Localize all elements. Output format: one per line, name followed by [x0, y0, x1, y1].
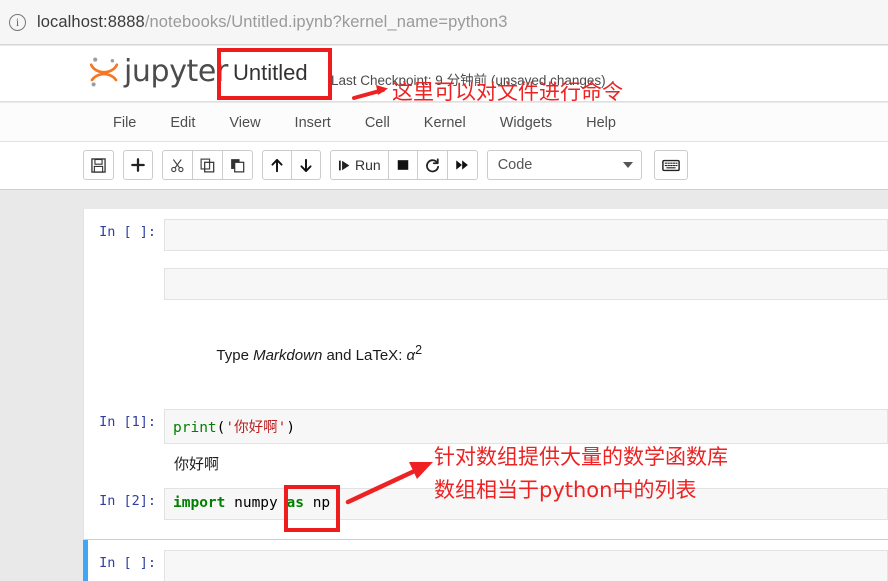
cell-input[interactable]	[164, 268, 888, 300]
cell-prompt: In [1]:	[99, 414, 156, 430]
paste-button[interactable]	[222, 150, 253, 180]
notebook-cell[interactable]	[84, 256, 888, 305]
url-path: /notebooks/Untitled.ipynb?kernel_name=py…	[144, 12, 508, 31]
menu-item-help[interactable]: Help	[569, 115, 633, 131]
checkpoint-status: Last Checkpoint: 9 分钟前 (unsaved changes)	[331, 73, 606, 88]
menu-item-cell[interactable]: Cell	[348, 115, 407, 131]
notebook-cell-selected[interactable]: In [ ]:	[83, 539, 888, 581]
url-host: localhost:8888	[37, 12, 145, 31]
notebook-cell[interactable]: In [ ]:	[84, 209, 888, 256]
paste-icon	[231, 158, 245, 172]
cell-input[interactable]: import numpy as np	[164, 488, 888, 520]
run-button[interactable]: Run	[330, 150, 389, 180]
cell-prompt: In [ ]:	[99, 555, 156, 571]
menu-item-file[interactable]: File	[96, 115, 153, 131]
jupyter-wordmark: jupyter	[124, 54, 228, 89]
toolbar-group-clipboard	[162, 150, 253, 180]
fast-forward-icon	[455, 160, 468, 170]
markdown-placeholder-text: Type Markdown and LaTeX: α2	[216, 343, 423, 364]
restart-icon	[425, 157, 439, 172]
arrow-up-icon	[271, 158, 283, 172]
notebook-cell[interactable]: Type Markdown and LaTeX: α2	[84, 305, 888, 393]
markdown-placeholder[interactable]: Type Markdown and LaTeX: α2	[164, 319, 888, 388]
copy-icon	[200, 158, 215, 172]
notebook-body: In [ ]: Type Markdown and LaTeX: α2 In […	[0, 191, 888, 581]
run-button-label: Run	[355, 157, 381, 173]
menu-item-kernel[interactable]: Kernel	[407, 115, 483, 131]
menu-items: File Edit View Insert Cell Kernel Widget…	[96, 103, 633, 142]
toolbar-buttons: Run Code	[83, 150, 697, 180]
command-palette-button[interactable]	[653, 150, 688, 180]
copy-button[interactable]	[192, 150, 223, 180]
menu-item-view[interactable]: View	[212, 115, 277, 131]
toolbar: Run Code	[0, 142, 888, 190]
cell-prompt	[84, 319, 164, 324]
restart-kernel-button[interactable]	[416, 150, 448, 180]
cell-type-value: Code	[497, 157, 533, 173]
toolbar-group-add	[123, 150, 153, 180]
menu-bar: File Edit View Insert Cell Kernel Widget…	[0, 103, 888, 142]
info-icon[interactable]: i	[9, 13, 26, 31]
menu-item-insert[interactable]: Insert	[278, 115, 348, 131]
code-token-string: '你好啊'	[225, 420, 287, 436]
move-cell-down-button[interactable]	[291, 150, 321, 180]
notebook-paper: In [ ]: Type Markdown and LaTeX: α2 In […	[83, 209, 888, 581]
code-token-keyword: import	[173, 495, 226, 511]
jupyter-logo-icon	[89, 57, 119, 87]
jupyter-logo-link[interactable]: jupyter	[88, 55, 228, 89]
cell-output-row: 你好啊	[84, 449, 888, 478]
stop-icon	[397, 160, 408, 170]
run-icon	[338, 160, 350, 170]
menu-item-edit[interactable]: Edit	[153, 115, 212, 131]
screenshot-root: i localhost:8888/notebooks/Untitled.ipyn…	[0, 0, 888, 581]
notebook-cell[interactable]: In [2]: import numpy as np	[84, 478, 888, 525]
code-token-function: print	[173, 420, 217, 436]
arrow-down-icon	[300, 158, 312, 172]
cell-prompt	[84, 268, 164, 273]
browser-url-bar[interactable]: i localhost:8888/notebooks/Untitled.ipyn…	[0, 0, 888, 45]
toolbar-group-move	[262, 150, 321, 180]
cell-output-text: 你好啊	[174, 456, 220, 473]
toolbar-group-save	[83, 150, 114, 180]
insert-cell-button[interactable]	[123, 150, 153, 180]
notebook-cell[interactable]: In [1]: print('你好啊')	[84, 393, 888, 449]
chevron-down-icon	[622, 162, 633, 168]
plus-icon	[131, 158, 145, 172]
cell-input[interactable]: print('你好啊')	[164, 409, 888, 444]
url-text[interactable]: localhost:8888/notebooks/Untitled.ipynb?…	[37, 13, 508, 32]
move-cell-up-button[interactable]	[262, 150, 292, 180]
toolbar-group-palette	[653, 150, 688, 180]
cell-input[interactable]	[164, 550, 888, 581]
scissors-icon	[171, 158, 184, 172]
keyboard-icon	[661, 159, 680, 171]
cell-type-select[interactable]: Code	[486, 150, 642, 180]
code-token-keyword: as	[286, 495, 304, 511]
menu-item-widgets[interactable]: Widgets	[483, 115, 569, 131]
cell-prompt: In [ ]:	[99, 224, 156, 240]
interrupt-kernel-button[interactable]	[387, 150, 418, 180]
cell-input[interactable]	[164, 219, 888, 251]
save-icon	[91, 157, 106, 173]
cut-button[interactable]	[162, 150, 193, 180]
save-button[interactable]	[83, 150, 114, 180]
cell-prompt: In [2]:	[99, 493, 156, 509]
restart-run-all-button[interactable]	[446, 150, 478, 180]
jupyter-header: jupyter Untitled Last Checkpoint: 9 分钟前 …	[0, 46, 888, 102]
notebook-title[interactable]: Untitled	[233, 60, 308, 86]
toolbar-group-run: Run	[330, 150, 478, 180]
